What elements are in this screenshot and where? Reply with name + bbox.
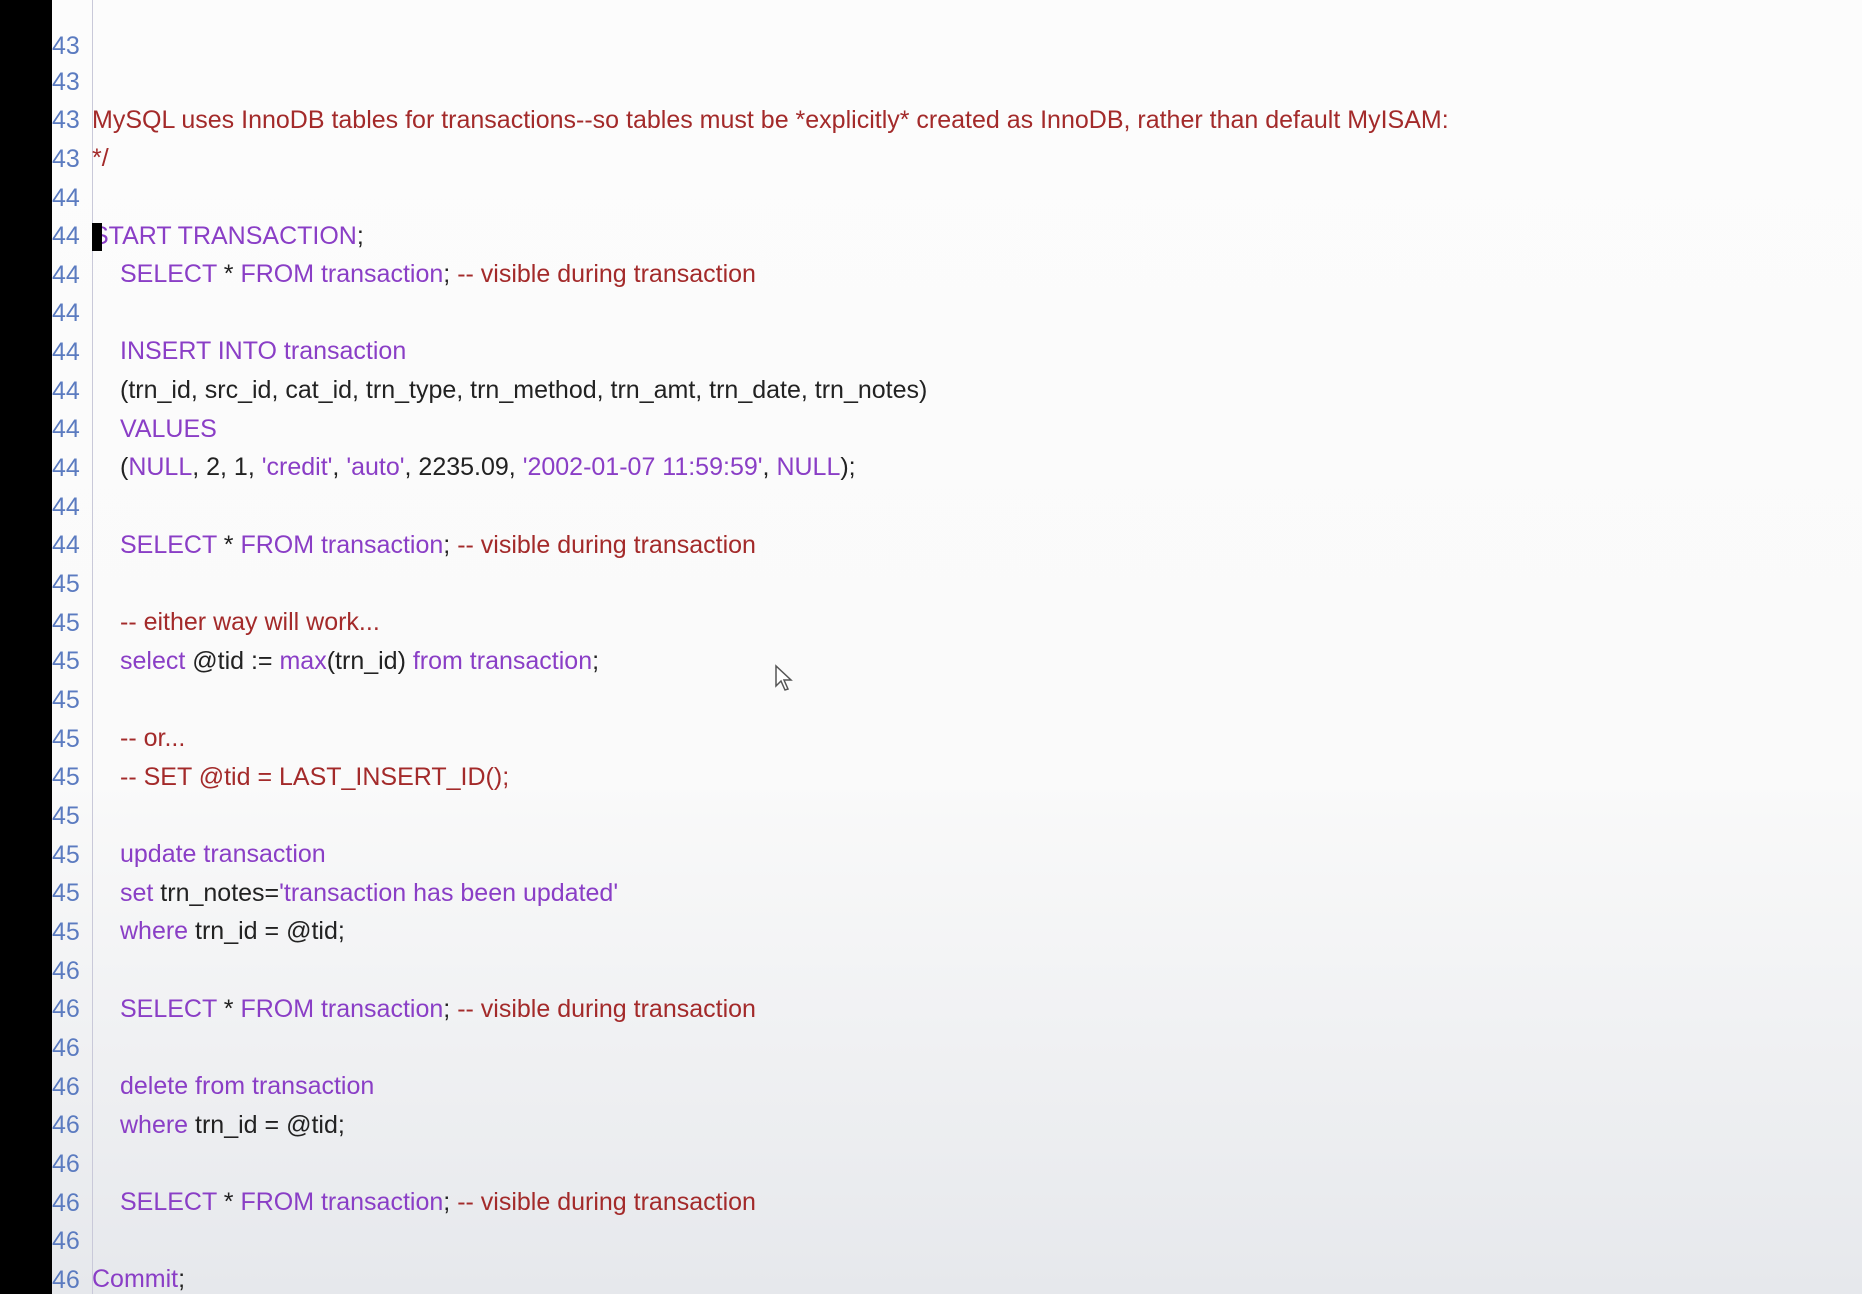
- code-line[interactable]: 44 SELECT * FROM transaction; -- visible…: [52, 178, 1862, 289]
- code-line[interactable]: 44 SELECT * FROM transaction; -- visible…: [52, 449, 1862, 560]
- code-line[interactable]: 46: [52, 951, 1862, 1023]
- code-line[interactable]: 45: [52, 874, 1862, 946]
- code-line[interactable]: 43 */: [52, 62, 1862, 173]
- code-line[interactable]: 44 START TRANSACTION;: [52, 140, 1862, 251]
- code-line[interactable]: 46: [52, 1261, 1862, 1294]
- code-line[interactable]: 46: [52, 1145, 1862, 1217]
- code-line[interactable]: 44 (trn_id, src_id, cat_id, trn_type, tr…: [52, 294, 1862, 405]
- code-line[interactable]: 45 select @tid := max(trn_id) from trans…: [52, 565, 1862, 676]
- code-line[interactable]: 46 where trn_id = @tid;: [52, 1029, 1862, 1140]
- code-line[interactable]: 45 update transaction: [52, 758, 1862, 869]
- code-line[interactable]: 46 delete from transaction: [52, 990, 1862, 1101]
- code-line[interactable]: 44: [52, 217, 1862, 289]
- code-line[interactable]: 46 Commit;: [52, 1183, 1862, 1294]
- code-line[interactable]: 43 MySQL uses InnoDB tables for transact…: [52, 24, 1862, 135]
- code-line[interactable]: 46: [52, 1222, 1862, 1294]
- code-line[interactable]: 46: [52, 1067, 1862, 1139]
- code-line[interactable]: 45 -- or...: [52, 642, 1862, 753]
- code-line[interactable]: 44 VALUES: [52, 333, 1862, 444]
- code-line[interactable]: 44 INSERT INTO transaction: [52, 255, 1862, 366]
- arrow-pointer-icon: [775, 664, 793, 691]
- text-caret: [92, 223, 102, 251]
- code-line[interactable]: 44 (NULL, 2, 1, 'credit', 'auto', 2235.0…: [52, 371, 1862, 482]
- code-editor[interactable]: 43 43 MySQL uses InnoDB tables for trans…: [52, 0, 1862, 1294]
- code-line[interactable]: 45: [52, 603, 1862, 675]
- code-line[interactable]: 46 SELECT * FROM transaction; -- visible…: [52, 1106, 1862, 1217]
- screen: 43 43 MySQL uses InnoDB tables for trans…: [0, 0, 1862, 1294]
- code-line[interactable]: 45 -- either way will work...: [52, 526, 1862, 637]
- code-line[interactable]: 45 set trn_notes='transaction has been u…: [52, 797, 1862, 908]
- code-line[interactable]: 45: [52, 719, 1862, 791]
- code-line[interactable]: 45 -- SET @tid = LAST_INSERT_ID();: [52, 681, 1862, 792]
- code-line[interactable]: 44: [52, 410, 1862, 482]
- code-line[interactable]: 45 where trn_id = @tid;: [52, 835, 1862, 946]
- code-line[interactable]: 43: [52, 0, 1862, 60]
- code-line[interactable]: 43: [52, 101, 1862, 173]
- code-line[interactable]: 44: [52, 487, 1862, 559]
- code-line[interactable]: 46 SELECT * FROM transaction; -- visible…: [52, 913, 1862, 1024]
